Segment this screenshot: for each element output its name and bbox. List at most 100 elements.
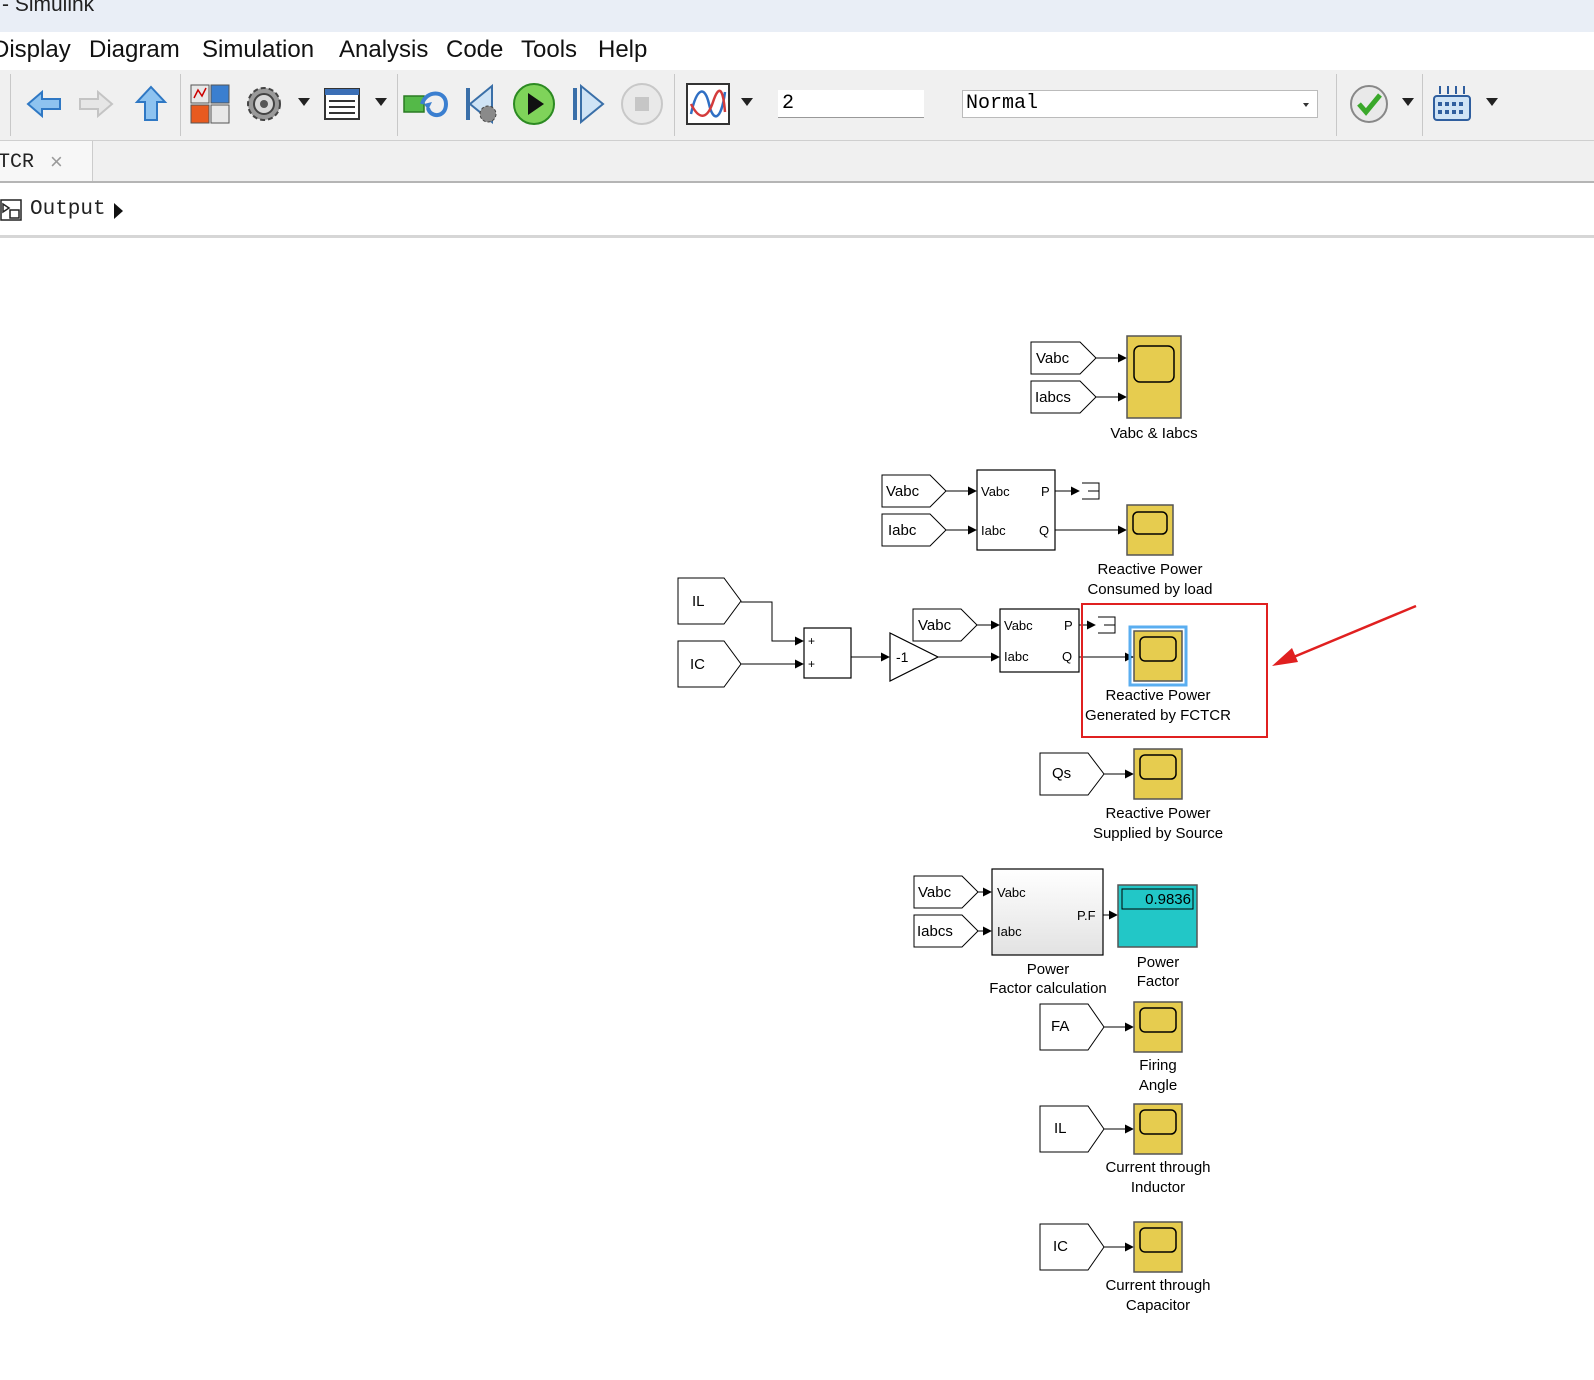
from-tag-fa[interactable]: FA xyxy=(1039,1003,1105,1051)
svg-text:FA: FA xyxy=(1051,1018,1069,1035)
step-back-icon[interactable] xyxy=(458,80,506,128)
build-icon[interactable] xyxy=(402,80,450,128)
svg-text:IC: IC xyxy=(1053,1238,1068,1255)
run-icon[interactable] xyxy=(510,80,558,128)
scope-reactive-power-source[interactable] xyxy=(1133,748,1183,800)
advisor-dropdown-icon[interactable] xyxy=(1402,98,1414,106)
from-tag-iabcs[interactable]: Iabcs xyxy=(1030,380,1097,414)
tab-model[interactable]: TCR × xyxy=(0,141,93,181)
model-settings-icon[interactable] xyxy=(240,80,288,128)
from-tag-il[interactable]: IL xyxy=(1039,1105,1105,1153)
from-tag-iabc[interactable]: Iabc xyxy=(881,513,947,547)
svg-text:+: + xyxy=(808,634,815,648)
scope-current-capacitor[interactable] xyxy=(1133,1221,1183,1273)
svg-text:Vabc: Vabc xyxy=(997,885,1026,900)
menu-simulation[interactable]: Simulation xyxy=(202,36,314,64)
from-tag-vabc[interactable]: Vabc xyxy=(1030,341,1097,375)
pq-block-load[interactable]: Vabc Iabc P Q xyxy=(976,469,1056,551)
svg-text:0.9836: 0.9836 xyxy=(1145,891,1191,908)
data-inspector-icon[interactable] xyxy=(684,80,732,128)
model-explorer-icon[interactable] xyxy=(318,80,366,128)
svg-text:Iabcs: Iabcs xyxy=(1035,389,1071,406)
forward-icon[interactable] xyxy=(72,80,120,128)
svg-text:Vabc: Vabc xyxy=(1004,618,1033,633)
scope-firing-angle[interactable] xyxy=(1133,1001,1183,1053)
menu-analysis[interactable]: Analysis xyxy=(339,36,428,64)
menu-bar: Display Diagram Simulation Analysis Code… xyxy=(0,32,1594,70)
breadcrumb-arrow-icon[interactable] xyxy=(114,203,123,219)
inspector-dropdown-icon[interactable] xyxy=(741,98,753,106)
scope-label: Current through xyxy=(1105,1277,1210,1294)
chevron-down-icon xyxy=(1303,103,1309,107)
svg-text:Q: Q xyxy=(1062,649,1072,664)
stop-icon[interactable] xyxy=(618,80,666,128)
toolbar-separator xyxy=(397,74,398,136)
toolbar-separator xyxy=(1422,74,1423,136)
scope-label: Reactive Power xyxy=(1105,687,1210,704)
back-icon[interactable] xyxy=(20,80,68,128)
svg-text:Vabc: Vabc xyxy=(918,884,952,901)
menu-code[interactable]: Code xyxy=(446,36,503,64)
scope-label: Capacitor xyxy=(1126,1297,1190,1314)
power-factor-display[interactable]: 0.9836 xyxy=(1117,884,1198,948)
svg-text:+: + xyxy=(808,657,815,671)
power-factor-calculation-block[interactable]: Vabc Iabc P.F xyxy=(991,868,1104,956)
menu-diagram[interactable]: Diagram xyxy=(89,36,180,64)
svg-text:IL: IL xyxy=(692,593,705,610)
model-advisor-icon[interactable] xyxy=(1345,80,1393,128)
window-titlebar: - Simulink xyxy=(0,0,1594,32)
scope-vabc-iabcs[interactable] xyxy=(1126,335,1182,419)
up-icon[interactable] xyxy=(127,80,175,128)
step-forward-icon[interactable] xyxy=(563,80,611,128)
scope-label: Consumed by load xyxy=(1087,581,1212,598)
toolbar-separator xyxy=(674,74,675,136)
scope-reactive-power-load[interactable] xyxy=(1126,504,1174,556)
menu-display[interactable]: Display xyxy=(0,36,71,64)
scope-label: Reactive Power xyxy=(1105,805,1210,822)
stop-time-input[interactable]: 2 xyxy=(778,90,924,118)
from-tag-ic[interactable]: IC xyxy=(677,640,742,688)
display-label: Factor xyxy=(1137,973,1180,990)
menu-tools[interactable]: Tools xyxy=(521,36,577,64)
hardware-icon[interactable] xyxy=(1428,80,1476,128)
scope-label: Current through xyxy=(1105,1159,1210,1176)
svg-text:P.F: P.F xyxy=(1077,908,1096,923)
svg-text:Iabc: Iabc xyxy=(1004,649,1029,664)
scope-current-inductor[interactable] xyxy=(1133,1103,1183,1155)
from-tag-vabc[interactable]: Vabc xyxy=(881,474,947,508)
terminator-icon[interactable] xyxy=(1098,616,1116,634)
from-tag-iabcs[interactable]: Iabcs xyxy=(913,914,979,948)
svg-text:P: P xyxy=(1064,618,1073,633)
breadcrumb-item-output[interactable]: Output xyxy=(30,198,106,221)
scope-reactive-power-fctcr[interactable] xyxy=(1128,625,1188,687)
menu-help[interactable]: Help xyxy=(598,36,647,64)
from-tag-vabc[interactable]: Vabc xyxy=(913,875,979,909)
from-tag-il[interactable]: IL xyxy=(677,577,742,625)
sum-block[interactable]: + + xyxy=(803,627,852,679)
pq-block-fctcr[interactable]: Vabc Iabc P Q xyxy=(999,608,1080,673)
window-title: - Simulink xyxy=(2,0,95,16)
toolbar-separator xyxy=(10,74,11,136)
from-tag-vabc[interactable]: Vabc xyxy=(912,608,978,642)
model-canvas[interactable]: Vabc Iabcs Vabc & Iabcs Vabc Iabc Vabc I… xyxy=(0,238,1594,1380)
annotation-arrow-icon xyxy=(1272,604,1417,666)
simulation-mode-value: Normal xyxy=(966,92,1039,115)
svg-text:Vabc: Vabc xyxy=(1036,350,1070,367)
svg-text:Iabc: Iabc xyxy=(981,523,1006,538)
simulation-mode-select[interactable]: Normal xyxy=(962,90,1318,118)
terminator-icon[interactable] xyxy=(1082,482,1100,500)
hardware-dropdown-icon[interactable] xyxy=(1486,98,1498,106)
signal-line[interactable] xyxy=(741,601,804,646)
toolbar-separator xyxy=(180,74,181,136)
settings-dropdown-icon[interactable] xyxy=(298,98,310,106)
from-tag-ic[interactable]: IC xyxy=(1039,1223,1105,1271)
close-icon[interactable]: × xyxy=(50,149,63,175)
svg-text:-1: -1 xyxy=(896,649,909,665)
from-tag-qs[interactable]: Qs xyxy=(1039,752,1105,796)
library-browser-icon[interactable] xyxy=(186,80,234,128)
explorer-dropdown-icon[interactable] xyxy=(375,98,387,106)
svg-text:P: P xyxy=(1041,484,1050,499)
diagram: Vabc Iabcs Vabc & Iabcs Vabc Iabc Vabc I… xyxy=(677,335,1417,1314)
scope-label: Vabc & Iabcs xyxy=(1110,425,1197,442)
scope-label: Firing xyxy=(1139,1057,1177,1074)
